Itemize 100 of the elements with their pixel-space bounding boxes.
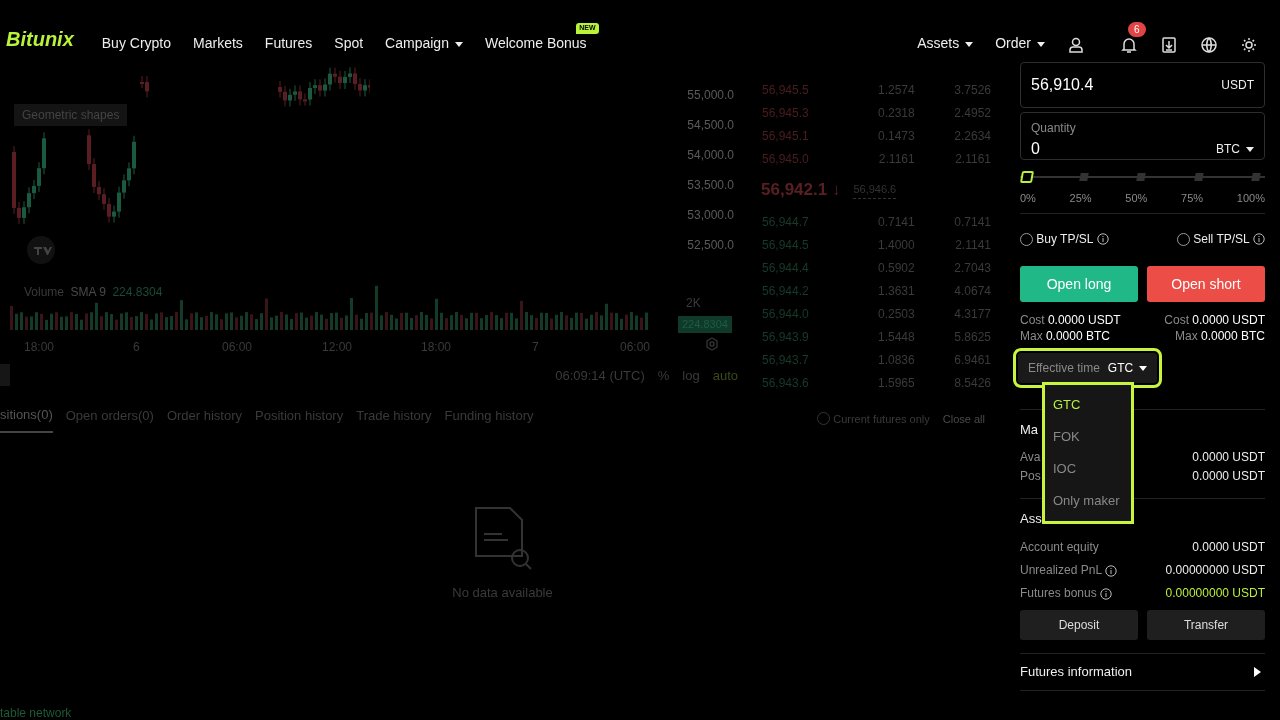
- bid-price: 56,944.5: [762, 236, 810, 254]
- cost-value: 0.0000 BTC: [1045, 328, 1110, 344]
- ask-price: 56,945.1: [762, 127, 810, 145]
- info-icon[interactable]: [1105, 564, 1118, 577]
- nav-link[interactable]: Markets: [193, 33, 243, 54]
- ask-amount: 1.2574: [876, 81, 915, 99]
- caret-icon: [454, 41, 463, 47]
- price-axis-label: 52,500.0: [687, 237, 734, 254]
- action-button[interactable]: Deposit: [1020, 610, 1138, 640]
- slider-mark: 0%: [1020, 191, 1036, 206]
- bid-amount: 1.3631: [876, 282, 915, 300]
- row-value: 0.00000000 USDT: [1165, 562, 1265, 579]
- ask-amount: 0.2318: [876, 104, 915, 122]
- row-value: 0.0000 USDT: [1192, 467, 1265, 485]
- row-value: 0.0000 USDT: [1192, 539, 1265, 556]
- volume-label: Volume: [24, 284, 65, 301]
- row-label: Pos: [1020, 467, 1041, 485]
- section-link[interactable]: Futures information: [1020, 662, 1132, 682]
- clock-text: 06:09:14 (UTC): [555, 367, 645, 385]
- cost-label: Max: [1020, 328, 1043, 344]
- price-axis-label: 54,500.0: [687, 117, 734, 134]
- expand-arrow-icon[interactable]: [1254, 667, 1261, 677]
- notification-badge: 6: [1128, 22, 1146, 38]
- dropdown-option[interactable]: Only maker: [1045, 485, 1131, 517]
- filter-label: Current futures only: [833, 411, 930, 427]
- bid-price: 56,944.4: [762, 259, 810, 277]
- dropdown-option[interactable]: FOK: [1045, 421, 1131, 453]
- nav-link[interactable]: Order: [995, 33, 1045, 54]
- row-label: Unrealized PnL: [1020, 562, 1103, 579]
- option-label: Buy TP/SL: [1036, 231, 1094, 248]
- price-axis-label: 53,000.0: [687, 207, 734, 224]
- bid-amount: 0.5902: [876, 259, 915, 277]
- nav-link[interactable]: Assets: [917, 33, 974, 54]
- sun-icon[interactable]: [1240, 36, 1258, 54]
- row-value: 0.0000 USDT: [1192, 448, 1265, 466]
- ask-price: 56,945.0: [762, 150, 810, 168]
- slider-step: [1251, 173, 1261, 181]
- cost-value: 0.0000 BTC: [1200, 328, 1265, 344]
- caret-icon: [1246, 147, 1254, 153]
- price-axis-label: 53,500.0: [687, 177, 734, 194]
- bid-price: 56,943.9: [762, 328, 810, 346]
- slider-step: [1078, 173, 1089, 181]
- price-field[interactable]: 56,910.4 USDT: [1020, 62, 1265, 108]
- ask-total: 2.2634: [953, 127, 991, 145]
- nav-link[interactable]: Welcome Bonus: [484, 33, 587, 54]
- action-button[interactable]: Transfer: [1147, 610, 1265, 640]
- bid-total: 8.5426: [953, 374, 991, 392]
- ask-price: 56,945.5: [762, 81, 810, 99]
- bid-amount: 1.5965: [876, 374, 915, 392]
- cost-value: 0.0000 USDT: [1192, 312, 1265, 328]
- slider-step: [1136, 173, 1146, 181]
- user-icon[interactable]: [1067, 36, 1085, 54]
- time-axis-label: 18:00: [24, 339, 55, 356]
- bid-total: 2.1141: [954, 236, 991, 254]
- nav-link[interactable]: Spot: [334, 33, 364, 54]
- slider-mark: 75%: [1181, 191, 1204, 206]
- info-icon[interactable]: [1099, 587, 1112, 600]
- nav-link[interactable]: Buy Crypto: [101, 33, 172, 54]
- quantity-field[interactable]: Quantity 0 BTC: [1020, 112, 1265, 160]
- bid-total: 2.7043: [953, 259, 991, 277]
- bid-total: 4.0674: [953, 282, 991, 300]
- time-axis-label: 18:00: [421, 339, 452, 356]
- time-axis-label: 6: [133, 339, 140, 356]
- bid-total: 4.3177: [953, 305, 991, 323]
- cost-label: Cost: [1020, 312, 1045, 328]
- row-value: 0.00000000 USDT: [1165, 585, 1265, 602]
- caret-icon: [1139, 366, 1148, 372]
- bid-price: 56,944.7: [762, 213, 810, 231]
- nav-link[interactable]: Futures: [264, 33, 313, 54]
- dropdown-option[interactable]: IOC: [1045, 453, 1131, 485]
- nav-link[interactable]: Campaign: [385, 33, 463, 54]
- row-label: Futures bonus: [1020, 585, 1097, 602]
- indicator-label: SMA 9: [70, 284, 106, 301]
- bid-amount: 1.5448: [876, 328, 915, 346]
- indicator-value: 224.8304: [112, 284, 163, 301]
- last-price: 56,942.1 ↓: [761, 179, 841, 202]
- bid-price: 56,943.7: [762, 351, 810, 369]
- info-icon[interactable]: [1253, 233, 1265, 245]
- cost-label: Cost: [1164, 312, 1190, 328]
- bid-total: 5.8625: [953, 328, 991, 346]
- bid-price: 56,944.2: [762, 282, 810, 300]
- section-title: Ma: [1020, 422, 1039, 437]
- slider-mark: 50%: [1125, 191, 1148, 206]
- cost-label: Max: [1175, 328, 1198, 344]
- ask-amount: 0.1473: [876, 127, 915, 145]
- download-icon[interactable]: [1160, 36, 1178, 54]
- slider-thumb[interactable]: [1019, 171, 1035, 183]
- bid-total: 6.9461: [953, 351, 991, 369]
- globe-icon[interactable]: [1200, 36, 1218, 54]
- dropdown-option[interactable]: GTC: [1045, 389, 1131, 421]
- section-title: Ass: [1020, 510, 1042, 526]
- open-short-button[interactable]: Open short: [1147, 266, 1265, 302]
- volume-axis-label: 2K: [686, 295, 701, 312]
- info-icon[interactable]: [1096, 233, 1109, 245]
- bell-icon[interactable]: [1120, 36, 1138, 54]
- logo[interactable]: Bitunix: [6, 24, 74, 54]
- network-status: table network: [0, 706, 73, 720]
- ask-total: 3.7526: [953, 81, 991, 99]
- ask-amount: 2.1161: [877, 150, 915, 168]
- empty-message: No data available: [452, 584, 553, 602]
